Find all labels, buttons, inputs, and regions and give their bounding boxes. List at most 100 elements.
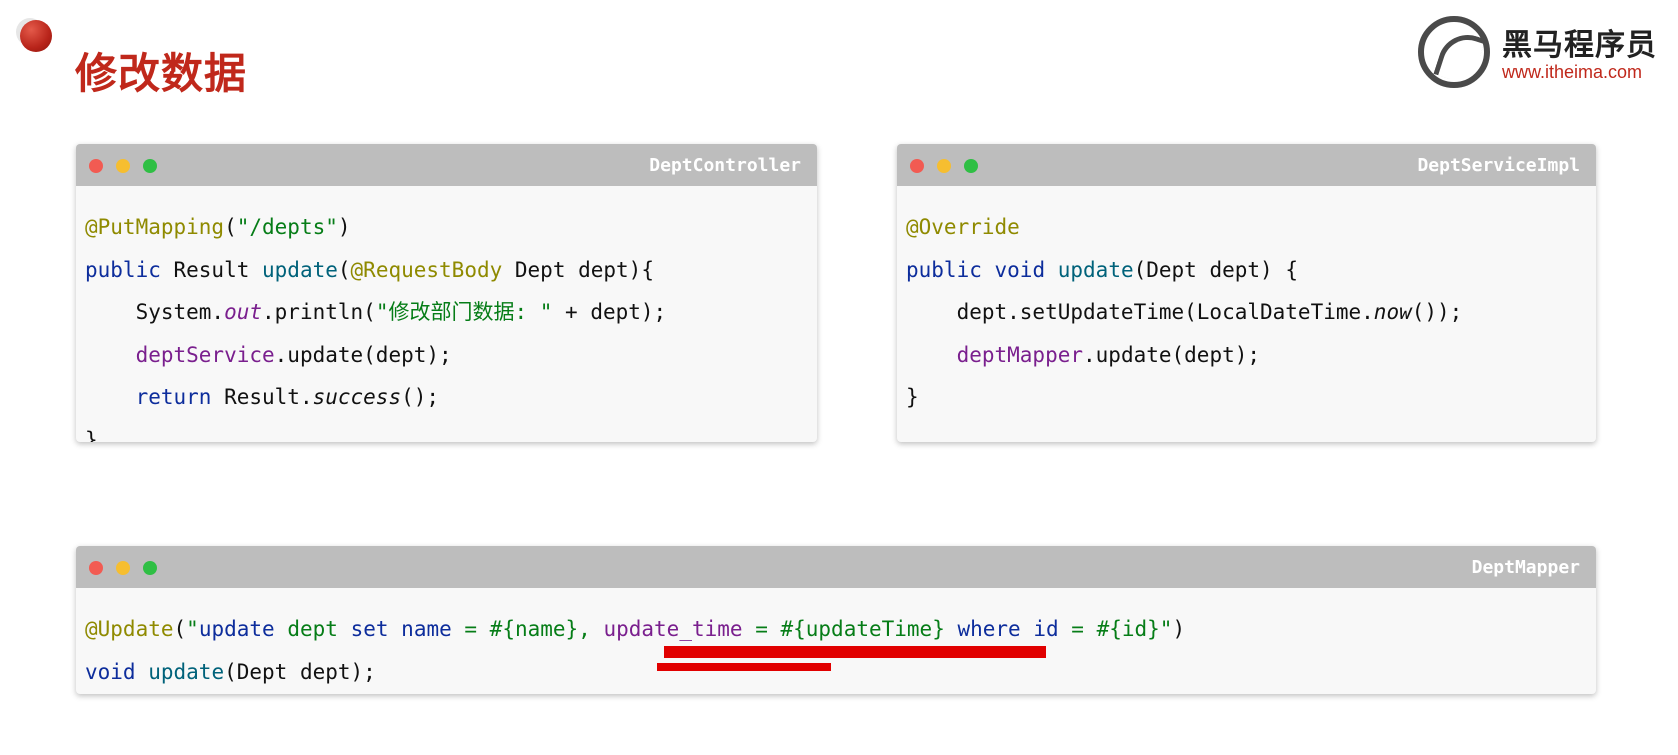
highlight-underline — [664, 646, 1046, 658]
code-line: deptMapper.update(dept); — [906, 334, 1596, 377]
code-token: ()); — [1411, 300, 1463, 325]
code-block: @Update("update dept set name = #{name},… — [76, 588, 1596, 693]
minimize-dot-icon[interactable] — [116, 561, 130, 575]
code-token: update — [1057, 257, 1134, 282]
code-token: ) — [1172, 617, 1186, 641]
brand-logo: 黑马程序员 www.itheima.com — [1418, 16, 1668, 88]
code-line: return Result.success(); — [85, 376, 817, 419]
code-token: deptService — [135, 342, 275, 367]
code-window-dept-service-impl: DeptServiceImpl @Override public void upd… — [897, 144, 1596, 442]
code-token: ( — [224, 215, 237, 239]
close-dot-icon[interactable] — [89, 561, 103, 575]
logo-url: www.itheima.com — [1502, 62, 1643, 82]
code-token: update_time — [603, 617, 743, 641]
code-token: now — [1373, 300, 1412, 325]
code-token: .println( — [262, 300, 376, 325]
code-token: = #{id}" — [1058, 617, 1173, 641]
code-line: public Result update(@RequestBody Dept d… — [85, 249, 817, 292]
maximize-dot-icon[interactable] — [964, 159, 978, 173]
code-token: void — [994, 257, 1046, 282]
code-token: } — [906, 385, 919, 410]
code-window-dept-mapper: DeptMapper @Update("update dept set name… — [76, 546, 1596, 694]
close-dot-icon[interactable] — [89, 159, 103, 173]
code-token: update — [262, 257, 338, 282]
code-token: Result. — [211, 385, 313, 410]
code-token: ) — [337, 215, 351, 239]
code-token: Result — [160, 257, 263, 282]
window-title: DeptServiceImpl — [1417, 155, 1580, 176]
code-token: @Update — [85, 617, 174, 641]
code-token: Dept dept){ — [502, 257, 654, 282]
code-token: public — [906, 257, 982, 282]
code-token: update — [198, 617, 275, 641]
code-token: deptMapper — [956, 342, 1084, 367]
code-token: "/depts" — [236, 215, 338, 239]
code-token: name — [401, 617, 452, 641]
code-token: "修改部门数据: " — [375, 300, 553, 325]
slide-bullet-icon — [20, 20, 52, 52]
window-title: DeptController — [649, 155, 801, 176]
minimize-dot-icon[interactable] — [937, 159, 951, 173]
code-token: System. — [85, 300, 225, 325]
code-token: (Dept dept); — [224, 659, 376, 684]
code-token: out — [224, 300, 263, 325]
code-line: @Update("update dept set name = #{name},… — [85, 608, 1596, 651]
code-line: deptService.update(dept); — [85, 334, 817, 377]
code-token: @PutMapping — [85, 215, 225, 239]
code-token: id — [1033, 617, 1059, 641]
code-token: .update(dept); — [1083, 342, 1261, 367]
code-token: public — [85, 257, 161, 282]
highlight-underline — [657, 663, 831, 671]
code-line: } — [906, 376, 1596, 419]
code-token: set — [350, 617, 389, 641]
code-token: = #{updateTime} — [742, 617, 958, 641]
page-title: 修改数据 — [75, 49, 248, 98]
code-window-dept-controller: DeptController @PutMapping("/depts") publ… — [76, 144, 817, 442]
code-line: public void update(Dept dept) { — [906, 249, 1596, 292]
code-token: = #{name}, — [451, 617, 604, 641]
code-token: + dept); — [552, 300, 667, 325]
code-token: (Dept dept) { — [1133, 257, 1298, 282]
code-token: dept.setUpdateTime(LocalDateTime. — [906, 300, 1374, 325]
horse-logo-icon — [1418, 16, 1490, 88]
code-token: @Override — [906, 215, 1020, 239]
close-dot-icon[interactable] — [910, 159, 924, 173]
code-line: System.out.println("修改部门数据: " + dept); — [85, 291, 817, 334]
window-titlebar: DeptMapper — [76, 546, 1596, 588]
window-titlebar: DeptServiceImpl — [897, 144, 1596, 186]
code-token: " — [186, 617, 199, 641]
code-token: @RequestBody — [350, 257, 503, 282]
code-block: @PutMapping("/depts") public Result updat… — [76, 186, 817, 442]
window-title: DeptMapper — [1471, 557, 1580, 578]
code-token: void — [85, 659, 136, 684]
minimize-dot-icon[interactable] — [116, 159, 130, 173]
code-token: ( — [173, 617, 187, 641]
code-line: @Override — [906, 206, 1596, 249]
code-token: update — [148, 659, 225, 684]
code-token: where — [957, 617, 1021, 641]
maximize-dot-icon[interactable] — [143, 561, 157, 575]
window-titlebar: DeptController — [76, 144, 817, 186]
code-token: return — [135, 385, 212, 410]
code-block: @Override public void update(Dept dept) {… — [897, 186, 1596, 419]
code-token: .update(dept); — [274, 342, 452, 367]
code-line: dept.setUpdateTime(LocalDateTime.now()); — [906, 291, 1596, 334]
code-line: @PutMapping("/depts") — [85, 206, 817, 249]
code-line: } — [85, 419, 817, 442]
maximize-dot-icon[interactable] — [143, 159, 157, 173]
code-token: ( — [337, 257, 351, 282]
logo-name: 黑马程序员 — [1502, 28, 1657, 63]
code-token: success — [312, 385, 402, 410]
code-token: } — [85, 427, 98, 442]
code-token: dept — [287, 617, 338, 641]
